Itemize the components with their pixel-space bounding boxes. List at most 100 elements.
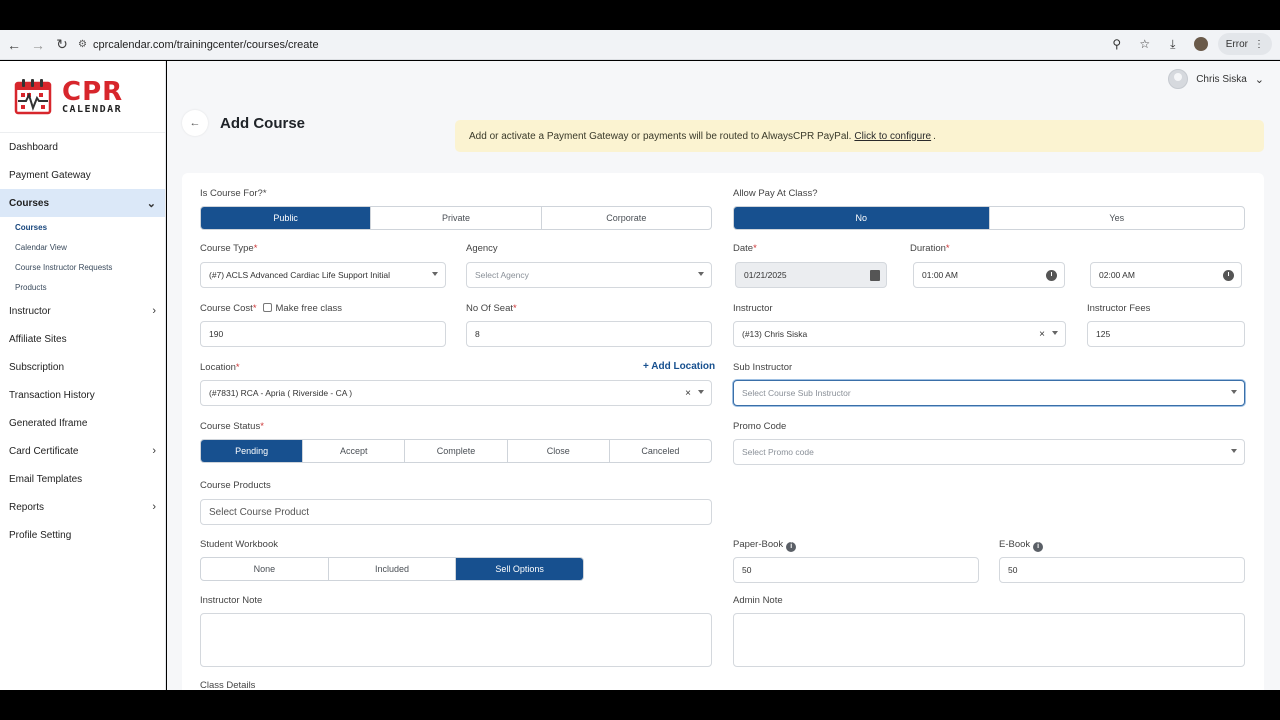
workbook-sell-options[interactable]: Sell Options [456,558,583,580]
status-accept[interactable]: Accept [303,440,406,462]
course-for-label: Is Course For?* [200,188,267,199]
error-label: Error [1225,38,1248,50]
sidebar-item-label: Email Templates [9,473,83,485]
logo[interactable]: CPR CALENDAR [0,61,165,133]
user-menu[interactable]: Chris Siska ⌄ [1168,69,1264,89]
workbook-none[interactable]: None [201,558,329,580]
admin-note-textarea[interactable] [733,613,1245,667]
sidebar-item-label: Payment Gateway [9,169,91,181]
sidebar-item-label: Profile Setting [9,529,72,541]
sidebar-item-generated-iframe[interactable]: Generated Iframe [0,409,165,437]
configure-link[interactable]: Click to configure [854,131,931,142]
allow-pay-yes[interactable]: Yes [990,207,1245,229]
instructor-note-textarea[interactable] [200,613,712,667]
clear-x-icon[interactable]: × [685,388,691,399]
seats-input[interactable]: 8 [466,321,712,347]
allow-pay-label: Allow Pay At Class? [733,188,818,199]
status-close[interactable]: Close [508,440,610,462]
profile-avatar-icon[interactable] [1190,33,1212,55]
location-select[interactable]: (#7831) RCA - Apria ( Riverside - CA ) × [200,380,712,406]
sidebar-item-payment-gateway[interactable]: Payment Gateway [0,161,165,189]
chevron-right-icon: › [152,445,156,457]
download-icon[interactable]: ⤓ [1162,33,1184,55]
instructor-fees-input[interactable]: 125 [1087,321,1245,347]
sidebar-item-instructor[interactable]: Instructor › [0,297,165,325]
sidebar-item-courses[interactable]: Courses ⌄ [0,189,165,217]
sidebar-item-label: Transaction History [9,389,95,401]
course-status-toggle: Pending Accept Complete Close Canceled [200,439,712,463]
sidebar-item-reports[interactable]: Reports › [0,493,165,521]
duration-end-input[interactable]: 02:00 AM [1090,262,1242,288]
sidebar-subitem-products[interactable]: Products [0,277,165,297]
browser-toolbar: ← → ↻ ⚙ cprcalendar.com/trainingcenter/c… [0,30,1280,60]
forward-arrow-icon[interactable]: → [26,33,50,57]
user-name: Chris Siska [1196,73,1247,85]
add-course-form: Is Course For?* Public Private Corporate… [182,173,1264,690]
duration-start-value: 01:00 AM [922,270,958,280]
sidebar-item-subscription[interactable]: Subscription [0,353,165,381]
agency-select[interactable]: Select Agency [466,262,712,288]
chevron-down-icon: ⌄ [146,197,156,210]
sidebar-subitem-course-instructor-requests[interactable]: Course Instructor Requests [0,257,165,277]
main-content: Chris Siska ⌄ ← Add Course Add or activa… [167,61,1280,690]
seats-label: No Of Seat* [466,303,517,314]
reload-icon[interactable]: ↻ [50,33,74,57]
ebook-input[interactable]: 50 [999,557,1245,583]
free-class-checkbox[interactable] [262,303,272,312]
sidebar-item-card-certificate[interactable]: Card Certificate › [0,437,165,465]
sidebar-subitem-courses[interactable]: Courses [0,217,165,237]
sidebar-item-affiliate-sites[interactable]: Affiliate Sites [0,325,165,353]
info-icon[interactable]: i [1033,542,1044,552]
location-pin-icon[interactable]: ⚲ [1106,33,1128,55]
bookmark-star-icon[interactable]: ☆ [1134,33,1156,55]
sidebar-item-label: Affiliate Sites [9,333,67,345]
status-pending[interactable]: Pending [201,440,304,462]
date-label: Date* [733,243,757,254]
sidebar-item-dashboard[interactable]: Dashboard [0,133,165,161]
promo-code-placeholder: Select Promo code [742,447,814,457]
course-products-select[interactable]: Select Course Product [200,499,712,525]
sidebar-item-profile-setting[interactable]: Profile Setting [0,521,165,549]
sidebar-nav: Dashboard Payment Gateway Courses ⌄ Cours… [0,133,165,549]
caret-down-icon [432,272,438,276]
course-for-private[interactable]: Private [371,207,542,229]
paper-book-input[interactable]: 50 [733,557,979,583]
class-details-label: Class Details [200,680,256,690]
course-for-public[interactable]: Public [201,207,372,229]
status-complete[interactable]: Complete [405,440,508,462]
instructor-select[interactable]: (#13) Chris Siska × [733,321,1066,347]
sub-instructor-select[interactable]: Select Course Sub Instructor [733,380,1245,406]
course-cost-input[interactable]: 190 [200,321,446,347]
arrow-left-icon: ← [189,117,201,129]
status-canceled[interactable]: Canceled [610,440,711,462]
site-info-icon[interactable]: ⚙ [78,39,87,50]
course-for-corporate[interactable]: Corporate [542,207,711,229]
address-bar[interactable]: cprcalendar.com/trainingcenter/courses/c… [93,39,319,51]
sidebar-item-transaction-history[interactable]: Transaction History [0,381,165,409]
course-products-label: Course Products [200,480,271,491]
back-button[interactable]: ← [182,110,208,136]
course-type-label: Course Type* [200,243,258,254]
sub-instructor-label: Sub Instructor [733,362,793,373]
course-products-placeholder: Select Course Product [209,506,310,518]
info-icon[interactable]: i [786,542,797,552]
student-workbook-toggle: None Included Sell Options [200,557,584,581]
promo-code-select[interactable]: Select Promo code [733,439,1245,465]
date-input[interactable]: 01/21/2025 [735,262,887,288]
clear-x-icon[interactable]: × [1039,329,1045,340]
duration-start-input[interactable]: 01:00 AM [913,262,1065,288]
back-arrow-icon[interactable]: ← [2,33,26,57]
sidebar-item-email-templates[interactable]: Email Templates [0,465,165,493]
error-button[interactable]: Error ⋮ [1217,33,1272,55]
sidebar-item-label: Card Certificate [9,445,79,457]
paper-book-value: 50 [742,565,752,575]
caret-down-icon [1052,331,1058,335]
workbook-included[interactable]: Included [329,558,457,580]
sidebar-subitem-calendar-view[interactable]: Calendar View [0,237,165,257]
sidebar-item-label: Courses [9,197,50,209]
course-type-select[interactable]: (#7) ACLS Advanced Cardiac Life Support … [200,262,446,288]
sidebar-subitem-label: Course Instructor Requests [15,262,113,272]
chevron-right-icon: › [152,305,156,317]
add-location-link[interactable]: + Add Location [643,361,715,372]
allow-pay-no[interactable]: No [734,207,990,229]
